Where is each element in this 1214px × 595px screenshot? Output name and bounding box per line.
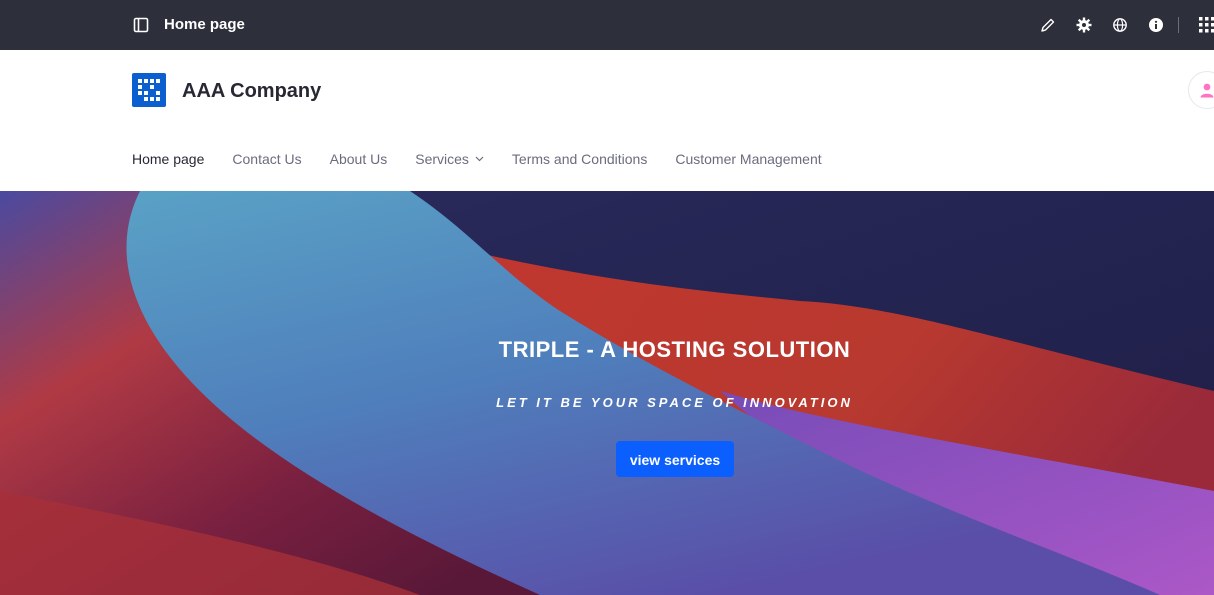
hero-banner: TRIPLE - A HOSTING SOLUTION LET IT BE YO… [0, 191, 1214, 595]
nav-item-customer-management[interactable]: Customer Management [675, 150, 821, 168]
view-services-button[interactable]: view services [616, 441, 734, 477]
hero-title: TRIPLE - A HOSTING SOLUTION [498, 337, 851, 362]
pencil-icon[interactable] [1040, 17, 1056, 33]
nav-item-label: Services [415, 151, 469, 167]
user-avatar-button[interactable] [1188, 71, 1214, 109]
chevron-down-icon [475, 156, 484, 162]
company-name[interactable]: AAA Company [182, 79, 321, 103]
info-icon[interactable] [1148, 17, 1164, 33]
nav-item-about-us[interactable]: About Us [330, 150, 388, 168]
site-header: AAA Company Home page Contact Us About U… [0, 50, 1214, 191]
nav-item-contact-us[interactable]: Contact Us [232, 150, 301, 168]
nav-item-label: Customer Management [675, 151, 822, 167]
nav-item-label: Home page [132, 151, 205, 167]
admin-control-bar: Home page [0, 0, 1214, 50]
nav-item-home-page[interactable]: Home page [132, 150, 204, 168]
panel-toggle-icon[interactable] [133, 17, 149, 33]
nav-item-label: Terms and Conditions [511, 151, 648, 167]
nav-item-services[interactable]: Services [415, 150, 484, 168]
apps-grid-icon[interactable] [1199, 17, 1214, 33]
user-icon [1200, 83, 1214, 98]
nav-item-label: About Us [329, 151, 388, 167]
page-title: Home page [164, 16, 245, 33]
globe-icon[interactable] [1112, 17, 1128, 33]
nav-item-terms-and-conditions[interactable]: Terms and Conditions [512, 150, 647, 168]
gear-icon[interactable] [1076, 17, 1092, 33]
hero-background-image [0, 191, 1214, 595]
nav-item-label: Contact Us [232, 151, 302, 167]
main-navigation: Home page Contact Us About Us Services T… [132, 150, 850, 168]
hero-subtitle: LET IT BE YOUR SPACE OF INNOVATION [496, 395, 853, 410]
company-logo[interactable] [132, 73, 166, 107]
toolbar-divider [1178, 17, 1179, 33]
